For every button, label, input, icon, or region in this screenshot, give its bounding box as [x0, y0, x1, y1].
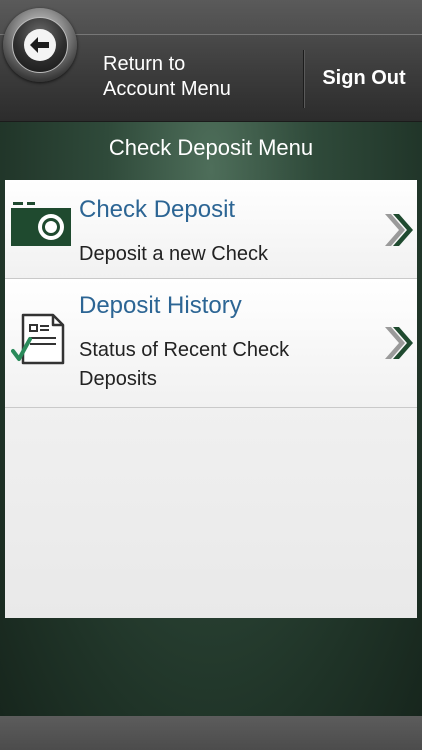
chevron-right-icon	[385, 214, 413, 246]
menu-item-title: Deposit History	[79, 292, 242, 319]
chevron-right-icon	[385, 327, 413, 359]
return-label-line2: Account Menu	[103, 78, 231, 100]
menu-item-description: Status of Recent Check Deposits	[79, 336, 369, 394]
return-label-line1: Return to	[103, 53, 186, 75]
document-check-icon	[11, 313, 65, 365]
return-to-account-menu-link[interactable]: Return to Account Menu	[103, 52, 298, 102]
description-line1: Status of Recent Check	[79, 339, 290, 361]
bottom-bar	[0, 716, 422, 750]
back-button[interactable]	[3, 8, 77, 82]
header-divider	[303, 50, 305, 108]
menu-item-description: Deposit a new Check	[79, 243, 268, 265]
menu-item-deposit-history[interactable]: Deposit History Status of Recent Check D…	[5, 279, 417, 408]
sign-out-button[interactable]: Sign Out	[306, 34, 422, 122]
menu-item-check-deposit[interactable]: Check Deposit Deposit a new Check	[5, 180, 417, 279]
back-arrow-icon	[24, 29, 56, 61]
menu-item-title: Check Deposit	[79, 196, 236, 223]
page-title: Check Deposit Menu	[108, 135, 314, 160]
camera-icon	[11, 202, 71, 246]
description-line2: Deposits	[79, 368, 157, 390]
